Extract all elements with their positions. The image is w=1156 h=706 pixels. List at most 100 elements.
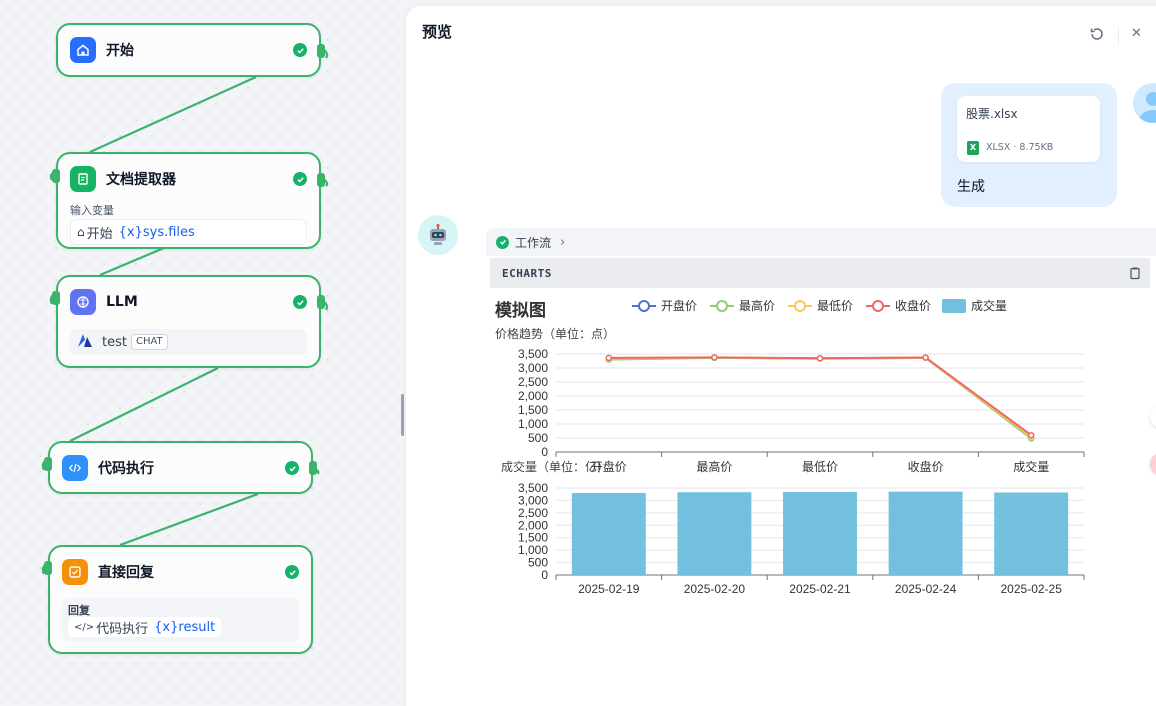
y-tick-label: 1,000 bbox=[518, 417, 548, 431]
answer-content-box: 回复 </> 代码执行 {x}result bbox=[62, 598, 299, 642]
node-output-handle[interactable] bbox=[317, 44, 325, 58]
y-tick-label: 1,500 bbox=[518, 403, 548, 417]
var-source: 开始 bbox=[86, 226, 113, 242]
series-line bbox=[608, 356, 1032, 439]
node-doc-extractor-title: 文档提取器 bbox=[106, 172, 176, 188]
y-tick-label: 0 bbox=[541, 445, 548, 459]
document-icon bbox=[70, 166, 96, 192]
data-point bbox=[816, 354, 824, 362]
y-tick-label: 0 bbox=[541, 568, 548, 582]
panel-title: 预览 bbox=[422, 23, 453, 41]
check-icon bbox=[285, 461, 299, 475]
x-tick-label: 2025-02-19 bbox=[578, 582, 640, 596]
bar bbox=[571, 492, 646, 575]
data-point bbox=[605, 354, 613, 362]
bar bbox=[677, 492, 752, 575]
workflow-canvas[interactable]: 开始 文档提取器 输入变量 ⌂ 开始 {x}sys.files LLM test… bbox=[0, 0, 405, 706]
node-llm[interactable]: LLM test CHAT bbox=[56, 275, 321, 368]
legend-item: 最高价 bbox=[739, 298, 775, 313]
bar bbox=[994, 492, 1069, 575]
node-answer-title: 直接回复 bbox=[98, 565, 154, 581]
y-tick-label: 500 bbox=[528, 431, 548, 445]
node-start[interactable]: 开始 bbox=[56, 23, 321, 77]
y-tick-label: 2,000 bbox=[518, 389, 548, 403]
code-block-label: ECHARTS bbox=[502, 266, 552, 280]
brain-icon bbox=[70, 289, 96, 315]
node-input-handle[interactable] bbox=[52, 169, 60, 183]
node-output-handle[interactable] bbox=[309, 461, 317, 475]
node-input-handle[interactable] bbox=[44, 457, 52, 471]
file-meta: XLSX · 8.75KB bbox=[986, 142, 1054, 153]
check-icon bbox=[293, 43, 307, 57]
chevron-right-icon: › bbox=[560, 234, 566, 250]
attached-file-card[interactable]: 股票.xlsx X XLSX · 8.75KB bbox=[957, 96, 1100, 162]
home-icon: ⌂ bbox=[77, 225, 85, 239]
check-icon bbox=[293, 172, 307, 186]
chart-title: 模拟图 bbox=[495, 300, 546, 320]
x-tick-label: 2025-02-21 bbox=[789, 582, 851, 596]
node-answer[interactable]: 直接回复 回复 </> 代码执行 {x}result bbox=[48, 545, 313, 654]
legend-marker-icon bbox=[638, 300, 650, 312]
var-source: 代码执行 bbox=[96, 621, 149, 637]
file-name: 股票.xlsx bbox=[966, 107, 1018, 121]
node-input-handle[interactable] bbox=[44, 561, 52, 575]
code-icon: </> bbox=[74, 621, 95, 633]
x-tick-label: 最低价 bbox=[802, 460, 838, 474]
refresh-icon bbox=[1090, 28, 1103, 40]
refresh-button[interactable] bbox=[1089, 26, 1109, 46]
close-button[interactable]: ✕ bbox=[1118, 26, 1142, 46]
model-name: test bbox=[102, 334, 127, 350]
node-doc-extractor[interactable]: 文档提取器 输入变量 ⌂ 开始 {x}sys.files bbox=[56, 152, 321, 249]
legend-item: 成交量 bbox=[971, 298, 1007, 313]
excel-file-icon: X bbox=[967, 141, 979, 155]
y-tick-label: 2,000 bbox=[518, 518, 548, 532]
node-code[interactable]: 代码执行 bbox=[48, 441, 313, 494]
workflow-status-toggle[interactable]: 工作流 › bbox=[486, 228, 1156, 256]
echarts-chart: 模拟图价格趋势（单位：点）开盘价 最高价 最低价 收盘价 成交量05001,0001,5… bbox=[495, 298, 1085, 596]
reply-icon bbox=[62, 559, 88, 585]
home-icon bbox=[70, 37, 96, 63]
node-code-title: 代码执行 bbox=[98, 461, 154, 477]
close-icon: ✕ bbox=[1131, 26, 1142, 41]
y-tick-label: 3,500 bbox=[518, 481, 548, 495]
x-tick-label: 2025-02-25 bbox=[1001, 582, 1063, 596]
legend-bar-icon bbox=[942, 299, 966, 313]
y-tick-label: 1,000 bbox=[518, 543, 548, 557]
node-output-handle[interactable] bbox=[317, 173, 325, 187]
y-tick-label: 3,000 bbox=[518, 361, 548, 375]
copy-icon[interactable] bbox=[1128, 266, 1142, 280]
robot-icon bbox=[430, 224, 446, 245]
node-input-handle[interactable] bbox=[52, 291, 60, 305]
preview-panel: 预览 ✕ 股票.xlsx X XLSX · 8.75KB 生成 工作流 › EC… bbox=[406, 6, 1156, 706]
legend-item: 开盘价 bbox=[661, 298, 697, 313]
panel-resize-handle[interactable] bbox=[401, 394, 404, 436]
data-point bbox=[1027, 431, 1035, 439]
data-point bbox=[922, 354, 929, 361]
node-output-handle[interactable] bbox=[317, 295, 325, 309]
workflow-label: 工作流 bbox=[515, 235, 552, 250]
input-variable-label: 输入变量 bbox=[70, 204, 114, 217]
bot-avatar bbox=[418, 215, 458, 255]
legend-item: 收盘价 bbox=[895, 298, 931, 313]
legend-marker-icon bbox=[872, 300, 884, 312]
bar bbox=[783, 491, 857, 575]
bar bbox=[888, 491, 963, 575]
user-message-text: 生成 bbox=[957, 179, 985, 195]
user-avatar bbox=[1133, 83, 1156, 123]
code-icon bbox=[62, 455, 88, 481]
y-tick-label: 2,500 bbox=[518, 506, 548, 520]
y-tick-label: 500 bbox=[528, 556, 548, 570]
model-selector[interactable]: test CHAT bbox=[70, 329, 307, 355]
y-tick-label: 3,000 bbox=[518, 493, 548, 507]
check-icon bbox=[293, 295, 307, 309]
series-line bbox=[608, 356, 1032, 440]
var-name: {x}result bbox=[154, 619, 216, 635]
answer-variable-pill: </> 代码执行 {x}result bbox=[68, 617, 222, 637]
model-tag: CHAT bbox=[130, 334, 168, 350]
chart-subtitle: 价格趋势（单位：点） bbox=[495, 326, 615, 341]
check-icon bbox=[496, 235, 509, 249]
y-tick-label: 1,500 bbox=[518, 531, 548, 545]
x-tick-label: 收盘价 bbox=[908, 459, 944, 474]
user-message-bubble: 股票.xlsx X XLSX · 8.75KB 生成 bbox=[941, 83, 1117, 207]
x-tick-label: 成交量 bbox=[1013, 459, 1049, 474]
